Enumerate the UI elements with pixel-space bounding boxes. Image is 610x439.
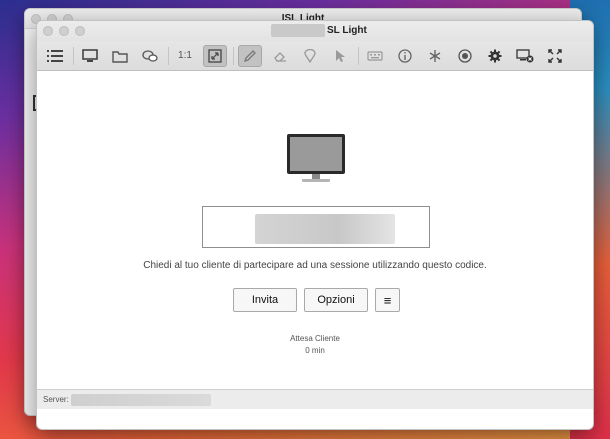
toolbar-separator — [358, 46, 359, 65]
window-title: SL Light — [327, 25, 367, 36]
server-label: Server: — [43, 395, 69, 404]
chat-icon — [142, 49, 158, 62]
keyboard-icon — [367, 50, 383, 61]
eraser-icon — [274, 51, 286, 62]
files-button[interactable] — [108, 45, 132, 67]
title-redaction — [271, 24, 325, 37]
fullscreen-icon — [548, 48, 562, 63]
instructions-text: Chiedi al tuo cliente di partecipare ad … — [143, 260, 487, 271]
fullscreen-button[interactable] — [543, 45, 567, 67]
session-code-field[interactable] — [202, 206, 430, 248]
zoom-1-1-button[interactable]: 1:1 — [173, 45, 197, 67]
asterisk-icon — [429, 49, 441, 62]
isl-light-window[interactable]: SL Light 1:1 Chiedi al tuo cliente di pa… — [36, 20, 594, 430]
pencil-icon — [243, 49, 256, 62]
pin-icon — [304, 48, 316, 63]
monitor-illustration-icon — [287, 134, 345, 182]
info-button[interactable] — [393, 45, 417, 67]
fit-screen-icon — [208, 48, 222, 63]
window-titlebar[interactable]: SL Light — [37, 21, 593, 41]
menu-button[interactable]: ≡ — [375, 288, 400, 312]
settings-button[interactable] — [483, 45, 507, 67]
pointer-button[interactable] — [328, 45, 352, 67]
pin-button[interactable] — [298, 45, 322, 67]
record-button[interactable] — [453, 45, 477, 67]
list-button[interactable] — [43, 45, 67, 67]
chat-button[interactable] — [138, 45, 162, 67]
eraser-button[interactable] — [268, 45, 292, 67]
statusbar: Server: — [37, 389, 593, 409]
folder-icon — [112, 50, 128, 63]
keyboard-button[interactable] — [363, 45, 387, 67]
toolbar-separator — [233, 46, 234, 65]
toolbar-separator — [73, 46, 74, 65]
toolbar: 1:1 — [37, 41, 593, 71]
server-address-redaction — [71, 394, 211, 406]
main-content: Chiedi al tuo cliente di partecipare ad … — [37, 71, 593, 409]
status-title: Attesa Cliente — [290, 334, 340, 343]
session-code-redaction — [255, 214, 395, 244]
close-dot-icon[interactable] — [43, 26, 53, 36]
invite-button[interactable]: Invita — [233, 288, 297, 312]
minimize-dot-icon[interactable] — [59, 26, 69, 36]
fit-screen-button[interactable] — [203, 44, 227, 67]
monitor-icon — [82, 48, 98, 62]
window-controls — [43, 26, 85, 36]
disconnect-button[interactable] — [513, 45, 537, 67]
zoom-1-1-label: 1:1 — [178, 50, 192, 61]
disconnect-screen-icon — [516, 48, 534, 62]
desktop-button[interactable] — [78, 45, 102, 67]
pointer-icon — [336, 49, 345, 62]
record-icon — [458, 48, 472, 63]
status-time: 0 min — [305, 346, 325, 355]
gear-icon — [488, 49, 502, 62]
toolbar-separator — [168, 46, 169, 65]
list-icon — [47, 49, 63, 62]
info-icon — [398, 48, 412, 63]
draw-button[interactable] — [238, 44, 262, 67]
zoom-dot-icon[interactable] — [75, 26, 85, 36]
options-button[interactable]: Opzioni — [304, 288, 368, 312]
special-keys-button[interactable] — [423, 45, 447, 67]
